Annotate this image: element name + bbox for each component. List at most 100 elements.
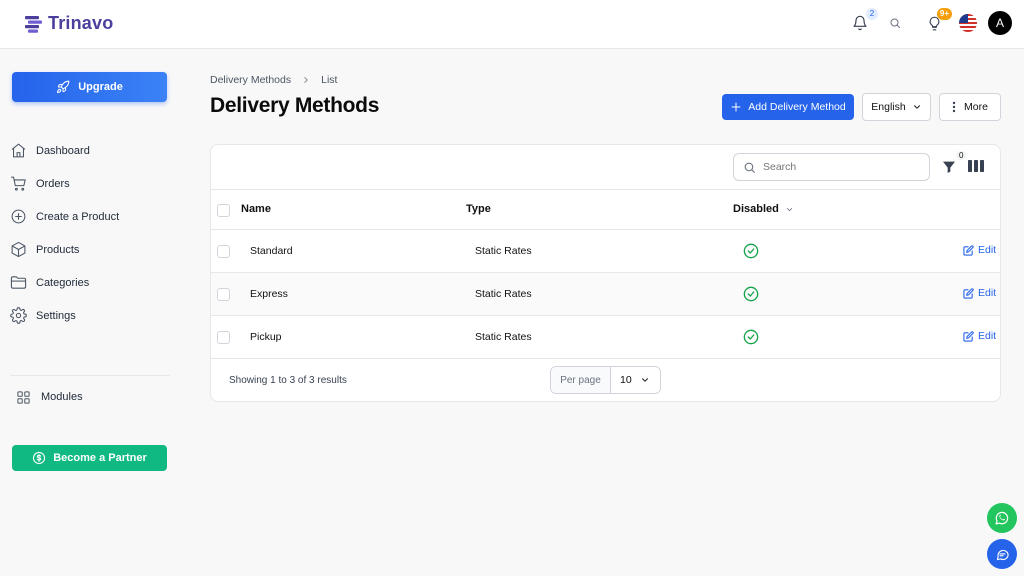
cell-type: Static Rates <box>475 245 532 257</box>
chevron-right-icon <box>304 77 308 83</box>
top-bar: Trinavo 2 9+ A <box>0 0 1024 49</box>
select-all-checkbox[interactable] <box>217 204 230 217</box>
per-page-value: 10 <box>620 374 632 386</box>
logo[interactable]: Trinavo <box>24 13 113 34</box>
sidebar-nav: Dashboard Orders Create a Product Produc… <box>10 134 170 332</box>
box-icon <box>11 241 26 258</box>
notifications-button[interactable]: 2 <box>848 8 878 35</box>
bell-icon <box>853 15 867 31</box>
cell-name: Pickup <box>250 331 282 343</box>
sidebar-divider <box>10 375 170 376</box>
plus-circle-icon <box>11 209 26 224</box>
chat-icon <box>996 549 1009 560</box>
partner-label: Become a Partner <box>53 452 147 464</box>
search-icon <box>890 18 900 28</box>
folder-icon <box>10 276 27 289</box>
whatsapp-button[interactable] <box>987 503 1017 533</box>
edit-label: Edit <box>978 244 997 256</box>
sidebar-item-settings[interactable]: Settings <box>10 299 170 332</box>
per-page-value-box[interactable]: 10 <box>611 374 660 386</box>
filter-icon[interactable] <box>941 158 957 176</box>
add-delivery-method-button[interactable]: Add Delivery Method <box>722 94 854 120</box>
sidebar-item-create-product[interactable]: Create a Product <box>10 200 170 233</box>
edit-icon <box>963 330 974 342</box>
check-circle-icon <box>743 286 759 302</box>
gear-icon <box>10 307 27 324</box>
sidebar-item-label: Products <box>36 243 80 256</box>
sidebar-item-orders[interactable]: Orders <box>10 167 170 200</box>
chevron-down-icon <box>786 207 793 211</box>
cart-icon <box>10 176 26 191</box>
edit-button[interactable]: Edit <box>963 244 996 256</box>
plus-icon <box>731 102 741 112</box>
search-button[interactable] <box>883 11 907 35</box>
per-page-select[interactable]: Per page 10 <box>550 366 661 394</box>
columns-icon[interactable] <box>968 159 984 173</box>
cell-type: Static Rates <box>475 288 532 300</box>
edit-icon <box>963 244 974 256</box>
user-avatar[interactable]: A <box>988 11 1012 35</box>
table-row: Standard Static Rates Edit <box>211 230 1000 273</box>
row-checkbox[interactable] <box>217 331 230 344</box>
sidebar-item-label: Orders <box>36 177 70 190</box>
table-footer: Showing 1 to 3 of 3 results Per page 10 <box>211 359 1000 401</box>
add-button-label: Add Delivery Method <box>748 101 846 113</box>
search-box[interactable] <box>733 153 930 181</box>
breadcrumb-item-list: List <box>321 74 338 86</box>
sidebar-item-categories[interactable]: Categories <box>10 266 170 299</box>
edit-icon <box>963 287 974 299</box>
page-title: Delivery Methods <box>210 94 380 117</box>
upgrade-button[interactable]: Upgrade <box>12 72 167 102</box>
search-icon <box>744 162 755 173</box>
sidebar-item-products[interactable]: Products <box>10 233 170 266</box>
column-header-name[interactable]: Name <box>241 203 271 215</box>
ideas-count-badge: 9+ <box>936 8 952 20</box>
sidebar-item-label: Settings <box>36 309 76 322</box>
chevron-down-icon <box>913 105 920 109</box>
more-label: More <box>964 101 988 113</box>
vertical-dots-icon <box>952 101 956 113</box>
app-name: Trinavo <box>48 13 114 33</box>
edit-label: Edit <box>978 330 997 342</box>
search-input[interactable] <box>763 161 913 173</box>
row-checkbox[interactable] <box>217 288 230 301</box>
ideas-button[interactable]: 9+ <box>922 8 952 35</box>
us-flag-icon <box>959 14 977 32</box>
become-partner-button[interactable]: Become a Partner <box>12 445 167 471</box>
edit-label: Edit <box>978 287 997 299</box>
language-select[interactable]: English <box>862 93 931 121</box>
edit-button[interactable]: Edit <box>963 287 996 299</box>
sidebar-item-label: Create a Product <box>36 210 120 223</box>
rocket-icon <box>57 80 70 94</box>
notification-count-badge: 2 <box>866 8 878 20</box>
table-header: Name Type Disabled <box>211 190 1000 230</box>
cell-type: Static Rates <box>475 331 532 343</box>
delivery-methods-table: 0 Name Type Disabled Standard Static Rat… <box>210 144 1001 402</box>
row-checkbox[interactable] <box>217 245 230 258</box>
dollar-circle-icon <box>33 451 46 465</box>
more-button[interactable]: More <box>939 93 1001 121</box>
sidebar-item-modules[interactable]: Modules <box>16 386 83 408</box>
whatsapp-icon <box>995 511 1009 525</box>
chevron-down-icon <box>642 378 648 382</box>
upgrade-label: Upgrade <box>78 81 123 93</box>
check-circle-icon <box>743 243 759 259</box>
column-header-disabled[interactable]: Disabled <box>733 203 794 215</box>
check-circle-icon <box>743 329 759 345</box>
column-type-label: Type <box>466 203 491 215</box>
column-header-type[interactable]: Type <box>466 203 491 215</box>
home-icon <box>11 143 26 158</box>
sidebar-item-label: Categories <box>36 276 90 289</box>
cell-name: Standard <box>250 245 293 257</box>
filter-count-badge: 0 <box>956 151 967 160</box>
edit-button[interactable]: Edit <box>963 330 996 342</box>
breadcrumb: Delivery Methods List <box>210 74 337 86</box>
cell-name: Express <box>250 288 288 300</box>
chat-support-button[interactable] <box>987 539 1017 569</box>
trinavo-logo-icon <box>25 15 42 33</box>
results-summary: Showing 1 to 3 of 3 results <box>229 375 347 386</box>
language-flag-button[interactable] <box>956 11 980 35</box>
breadcrumb-item-delivery-methods[interactable]: Delivery Methods <box>210 74 291 86</box>
grid-icon <box>17 390 30 404</box>
sidebar-item-dashboard[interactable]: Dashboard <box>10 134 170 167</box>
